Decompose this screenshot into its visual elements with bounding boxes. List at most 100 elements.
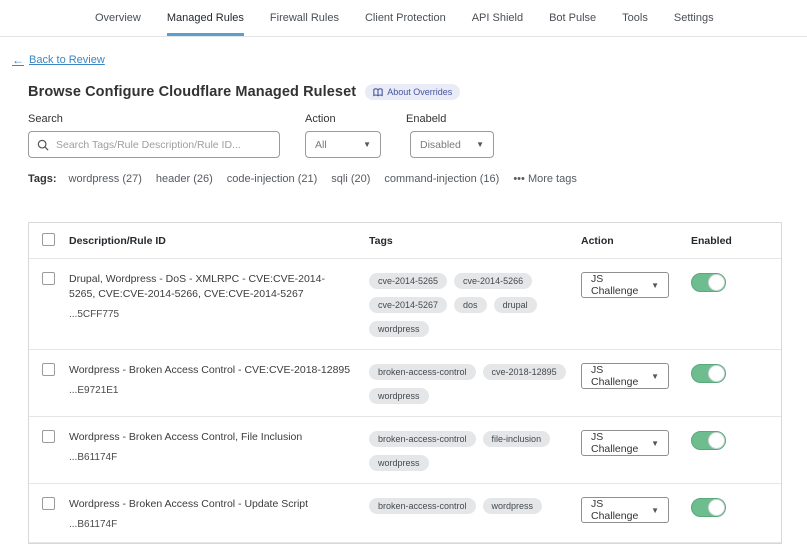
back-to-review-link[interactable]: ← Back to Review xyxy=(12,54,105,66)
tab-client-protection[interactable]: Client Protection xyxy=(365,0,446,36)
rule-tags: cve-2014-5265 cve-2014-5266 cve-2014-5267 d… xyxy=(369,273,581,337)
row-checkbox[interactable] xyxy=(42,272,55,285)
row-checkbox[interactable] xyxy=(42,497,55,510)
action-select-value: JS Challenge xyxy=(591,273,651,297)
tag-pill: wordpress xyxy=(483,498,543,514)
tab-settings[interactable]: Settings xyxy=(674,0,714,36)
tab-bot-pulse[interactable]: Bot Pulse xyxy=(549,0,596,36)
rule-description: Wordpress - Broken Access Control - CVE:… xyxy=(69,363,369,378)
table-row: Wordpress - Broken Access Control, File … xyxy=(29,417,781,484)
rule-id: ...5CFF775 xyxy=(69,309,369,320)
tab-firewall-rules[interactable]: Firewall Rules xyxy=(270,0,339,36)
toggle-knob xyxy=(708,432,725,449)
table-body: Drupal, Wordpress - DoS - XMLRPC - CVE:C… xyxy=(29,259,781,543)
tag-filter-link[interactable]: sqli (20) xyxy=(331,173,370,185)
more-tags-link[interactable]: ••• More tags xyxy=(513,173,577,185)
tab-tools[interactable]: Tools xyxy=(622,0,648,36)
tag-filter-link[interactable]: header (26) xyxy=(156,173,213,185)
action-filter: Action All ▼ xyxy=(305,113,381,158)
row-checkbox[interactable] xyxy=(42,363,55,376)
action-label: Action xyxy=(305,113,381,125)
tag-pill: cve-2014-5266 xyxy=(454,273,532,289)
enabled-toggle[interactable] xyxy=(691,431,726,450)
rule-tags: broken-access-control file-inclusion wordp… xyxy=(369,431,581,471)
nav-tabs: Overview Managed Rules Firewall Rules Clien… xyxy=(95,0,674,36)
about-badge-label: About Overrides xyxy=(387,87,452,97)
toggle-knob xyxy=(708,274,725,291)
enabled-toggle[interactable] xyxy=(691,364,726,383)
chevron-down-icon: ▼ xyxy=(651,372,659,381)
rule-tags: broken-access-control wordpress xyxy=(369,498,581,514)
enabled-filter-value: Disabled xyxy=(420,139,461,151)
enabled-toggle[interactable] xyxy=(691,273,726,292)
tags-bar: Tags: wordpress (27) header (26) code-inje… xyxy=(28,173,782,185)
tag-pill: broken-access-control xyxy=(369,431,476,447)
action-filter-value: All xyxy=(315,139,327,151)
tab-overview[interactable]: Overview xyxy=(95,0,141,36)
enabled-toggle[interactable] xyxy=(691,498,726,517)
tag-pill: dos xyxy=(454,297,487,313)
tab-managed-rules[interactable]: Managed Rules xyxy=(167,0,244,36)
tag-filter-link[interactable]: code-injection (21) xyxy=(227,173,318,185)
search-filter: Search xyxy=(28,113,280,158)
rule-tags: broken-access-control cve-2018-12895 wordp… xyxy=(369,364,581,404)
tags-links: wordpress (27) header (26) code-injection … xyxy=(69,173,514,185)
action-select[interactable]: JS Challenge ▼ xyxy=(581,497,669,523)
chevron-down-icon: ▼ xyxy=(651,439,659,448)
toggle-knob xyxy=(708,499,725,516)
table-row: Wordpress - Broken Access Control - CVE:… xyxy=(29,350,781,417)
table-row: Drupal, Wordpress - DoS - XMLRPC - CVE:C… xyxy=(29,259,781,350)
rule-description: Wordpress - Broken Access Control, File … xyxy=(69,430,369,445)
tag-pill: drupal xyxy=(494,297,537,313)
toggle-knob xyxy=(708,365,725,382)
enabled-label: Enabeld xyxy=(406,113,494,125)
rules-table: Description/Rule ID Tags Action Enabled … xyxy=(28,222,782,544)
page-title: Browse Configure Cloudflare Managed Rule… xyxy=(28,84,356,100)
select-all-checkbox[interactable] xyxy=(42,233,55,246)
chevron-down-icon: ▼ xyxy=(651,506,659,515)
tags-bar-label: Tags: xyxy=(28,173,57,185)
action-select-value: JS Challenge xyxy=(591,431,651,455)
action-select[interactable]: JS Challenge ▼ xyxy=(581,363,669,389)
search-input[interactable] xyxy=(56,139,271,151)
tag-pill: file-inclusion xyxy=(483,431,551,447)
rule-description: Drupal, Wordpress - DoS - XMLRPC - CVE:C… xyxy=(69,272,369,302)
action-select-value: JS Challenge xyxy=(591,498,651,522)
header-description: Description/Rule ID xyxy=(69,235,369,247)
back-arrow-icon: ← xyxy=(12,54,24,66)
chevron-down-icon: ▼ xyxy=(476,140,484,149)
rule-id: ...E9721E1 xyxy=(69,385,369,396)
table-header-row: Description/Rule ID Tags Action Enabled xyxy=(29,223,781,259)
header-enabled: Enabled xyxy=(679,235,781,247)
search-icon xyxy=(37,139,49,151)
book-icon xyxy=(373,88,383,97)
tag-pill: broken-access-control xyxy=(369,498,476,514)
back-link-label: Back to Review xyxy=(29,54,105,66)
tag-pill: cve-2018-12895 xyxy=(483,364,566,380)
tag-pill: cve-2014-5265 xyxy=(369,273,447,289)
top-navigation: Overview Managed Rules Firewall Rules Clien… xyxy=(0,0,807,37)
chevron-down-icon: ▼ xyxy=(651,281,659,290)
table-row: Wordpress - Broken Access Control - Upda… xyxy=(29,484,781,543)
tab-api-shield[interactable]: API Shield xyxy=(472,0,523,36)
header-tags: Tags xyxy=(369,235,581,247)
rule-id: ...B61174F xyxy=(69,519,369,530)
tag-pill: broken-access-control xyxy=(369,364,476,380)
enabled-filter-select[interactable]: Disabled ▼ xyxy=(410,131,494,158)
action-filter-select[interactable]: All ▼ xyxy=(305,131,381,158)
row-checkbox[interactable] xyxy=(42,430,55,443)
header-action: Action xyxy=(581,235,679,247)
search-box xyxy=(28,131,280,158)
chevron-down-icon: ▼ xyxy=(363,140,371,149)
tag-pill: wordpress xyxy=(369,388,429,404)
about-overrides-badge[interactable]: About Overrides xyxy=(365,84,460,100)
tag-filter-link[interactable]: command-injection (16) xyxy=(384,173,499,185)
tag-pill: wordpress xyxy=(369,455,429,471)
tag-pill: wordpress xyxy=(369,321,429,337)
tag-pill: cve-2014-5267 xyxy=(369,297,447,313)
rule-description: Wordpress - Broken Access Control - Upda… xyxy=(69,497,369,512)
action-select-value: JS Challenge xyxy=(591,364,651,388)
action-select[interactable]: JS Challenge ▼ xyxy=(581,430,669,456)
tag-filter-link[interactable]: wordpress (27) xyxy=(69,173,142,185)
action-select[interactable]: JS Challenge ▼ xyxy=(581,272,669,298)
